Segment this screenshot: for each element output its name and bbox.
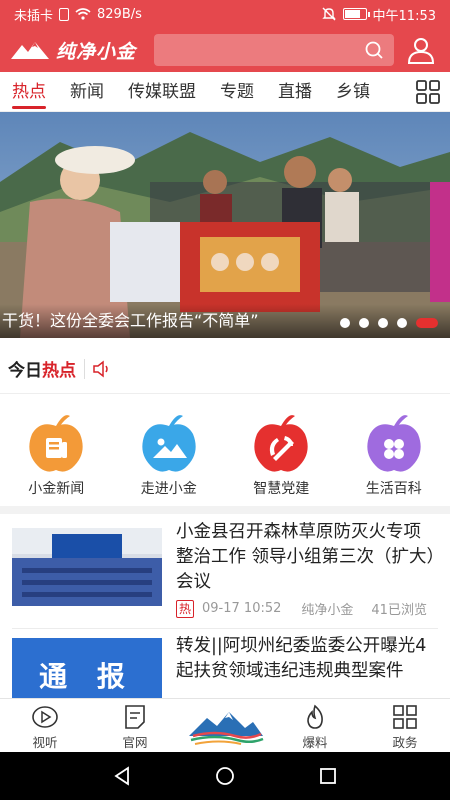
nav-home-logo[interactable] [180,699,270,752]
channel-grid-icon[interactable] [415,79,441,105]
news-title[interactable]: 转发||阿坝州纪委监委公开曝光4起扶贫领域违纪违规典型案件 [176,634,438,684]
quick-app-grid: 小金新闻 走进小金 智慧党建 生活百科 [0,396,450,506]
today-hot-section: 今日热点 [0,344,450,394]
party-emblem-icon [254,415,308,472]
divider [12,628,438,629]
nav-official-site[interactable]: 官网 [90,699,180,752]
news-title[interactable]: 小金县召开森林草原防灭火专项整治工作 领导小组第三次（扩大）会议 [176,520,438,595]
news-item[interactable]: 小金县召开森林草原防灭火专项整治工作 领导小组第三次（扩大）会议 热 09-17… [0,516,450,626]
quick-app-smart-party[interactable]: 智慧党建 [225,396,338,506]
recent-apps-icon[interactable] [316,764,340,788]
network-speed: 829B/s [97,6,142,22]
search-input[interactable] [154,34,394,66]
news-thumbnail: 通 报 [12,638,162,698]
home-icon[interactable] [213,764,237,788]
divider [84,358,85,379]
news-item[interactable]: 通 报 转发||阿坝州纪委监委公开曝光4起扶贫领域违纪违规典型案件 [0,630,450,698]
play-circle-icon [32,706,58,728]
nav-label: 官网 [122,735,148,750]
mute-bell-icon [321,7,336,21]
today-hot-title: 今日热点 [8,361,76,381]
category-tabs: 热点 新闻 传媒联盟 专题 直播 乡镇 [0,72,450,112]
quick-app-label: 走进小金 [140,481,197,497]
newspaper-icon [29,415,83,472]
nav-label: 爆料 [302,735,328,750]
news-thumbnail [12,528,162,606]
mountain-logo-icon [11,42,49,59]
carousel-dot[interactable] [397,318,407,328]
bottom-nav: 视听 官网 爆料 政务 [0,698,450,752]
wifi-icon [75,8,91,20]
quick-app-explore-xiaojin[interactable]: 走进小金 [113,396,226,506]
tab-towns[interactable]: 乡镇 [324,72,382,112]
news-source: 纯净小金 [301,603,354,618]
carousel-dot[interactable] [378,318,388,328]
quick-app-label: 生活百科 [365,481,422,497]
quick-app-label: 智慧党建 [253,481,310,497]
section-divider [0,506,450,514]
carousel-dot-active[interactable] [416,318,438,328]
hot-badge: 热 [176,599,195,618]
app-header: 纯净小金 [0,28,450,72]
grid-icon [393,705,417,729]
news-meta: 热 09-17 10:52 纯净小金 41已浏览 [176,599,438,618]
tab-live[interactable]: 直播 [266,72,324,112]
nav-label: 视听 [32,735,58,750]
nav-tip-off[interactable]: 爆料 [270,699,360,752]
tab-news[interactable]: 新闻 [58,72,116,112]
carousel-dot[interactable] [359,318,369,328]
news-time: 09-17 10:52 [202,601,282,616]
sim-card-icon [59,7,70,21]
landscape-icon [142,415,196,472]
tab-topics[interactable]: 专题 [208,72,266,112]
quick-app-life-encyclopedia[interactable]: 生活百科 [338,396,450,506]
app-title: 纯净小金 [56,40,137,63]
nav-audio-video[interactable]: 视听 [0,699,90,752]
document-icon [125,705,145,729]
system-navigation-bar [0,752,450,800]
search-icon[interactable] [364,40,384,60]
quick-app-label: 小金新闻 [28,481,85,497]
clock: 中午11:53 [372,8,436,24]
news-views: 41已浏览 [371,603,427,618]
nav-label: 政务 [392,735,418,750]
back-icon[interactable] [110,764,134,788]
carrier-label: 未插卡 [14,8,54,24]
banner-carousel[interactable]: 干货！这份全委会工作报告“不简单” [0,112,450,338]
mountain-logo-icon [189,711,264,745]
speaker-icon[interactable] [91,359,113,378]
clover-icon [367,415,421,472]
nav-government-affairs[interactable]: 政务 [360,699,450,752]
battery-icon [342,8,370,20]
app-logo: 纯净小金 [10,37,150,64]
user-profile-icon[interactable] [406,35,436,65]
flame-icon [307,704,323,729]
carousel-dot[interactable] [340,318,350,328]
thumbnail-text: 通 报 [39,660,135,693]
tab-hot[interactable]: 热点 [0,72,58,112]
tab-media-alliance[interactable]: 传媒联盟 [116,72,208,112]
status-bar: 未插卡 829B/s 中午11:53 [0,0,450,28]
carousel-indicator [340,318,438,328]
quick-app-xiaojin-news[interactable]: 小金新闻 [0,396,113,506]
